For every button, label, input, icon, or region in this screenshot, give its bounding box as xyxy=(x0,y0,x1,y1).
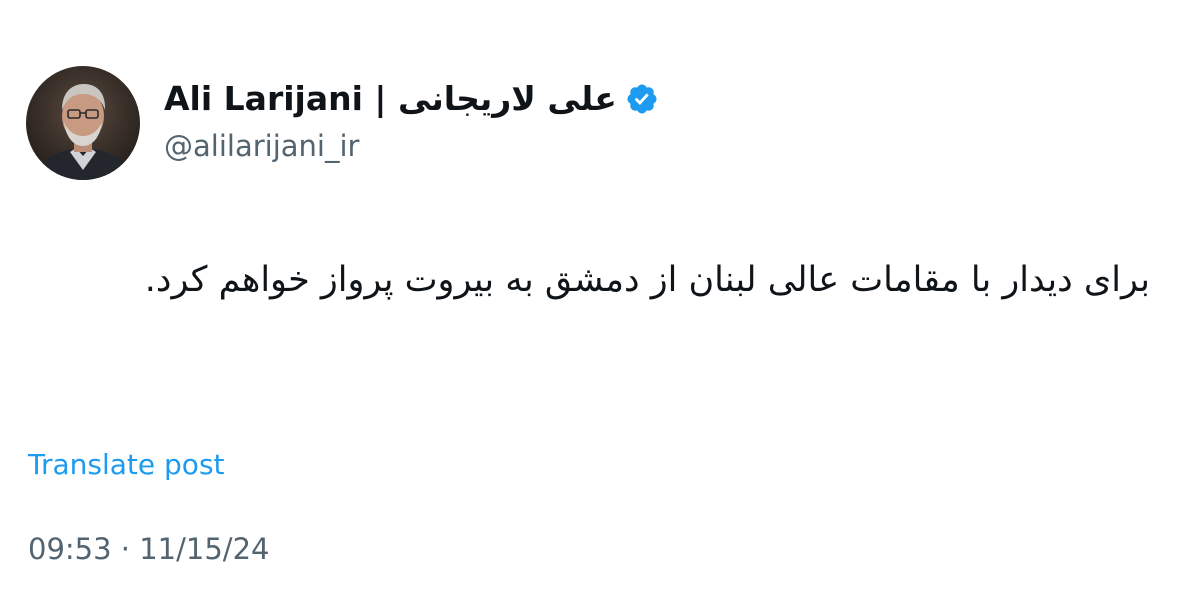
post-time[interactable]: 09:53 xyxy=(28,532,112,566)
post-text: برای دیدار با مقامات عالی لبنان از دمشق … xyxy=(144,260,1150,300)
avatar-photo xyxy=(26,66,140,180)
translate-post-link[interactable]: Translate post xyxy=(28,447,225,483)
timestamp-separator: · xyxy=(120,532,131,566)
author-handle[interactable]: @alilarijani_ir xyxy=(164,128,359,164)
post-timestamp: 09:53 · 11/15/24 xyxy=(28,530,269,568)
post-date[interactable]: 11/15/24 xyxy=(139,532,269,566)
author-avatar[interactable] xyxy=(26,66,140,180)
author-name-row: Ali Larijani | علی لاریجانی xyxy=(164,78,659,120)
verified-badge-icon[interactable] xyxy=(625,82,659,116)
author-display-name[interactable]: Ali Larijani | علی لاریجانی xyxy=(164,78,617,120)
